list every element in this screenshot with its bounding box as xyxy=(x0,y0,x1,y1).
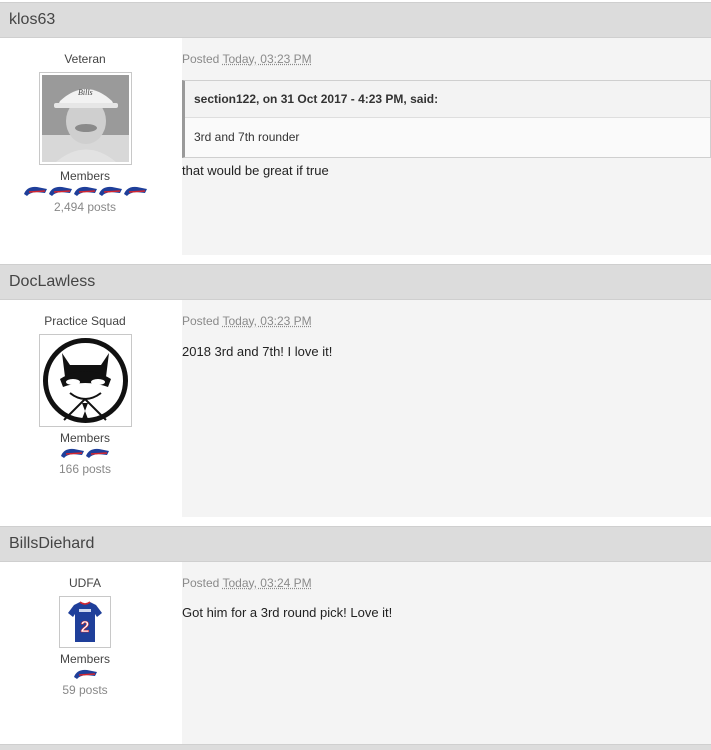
posted-date: Posted Today, 03:23 PM xyxy=(182,52,312,66)
posted-time-link[interactable]: Today, 03:24 PM xyxy=(222,576,311,590)
posted-label: Posted xyxy=(182,52,220,66)
post-body: Posted Today, 03:24 PM Got him for a 3rd… xyxy=(182,562,711,744)
author-info: Veteran Bills Members 2,494 posts xyxy=(0,38,170,255)
posted-date: Posted Today, 03:23 PM xyxy=(182,314,312,328)
avatar[interactable]: Bills xyxy=(38,72,132,165)
posted-label: Posted xyxy=(182,314,220,328)
post-content: that would be great if true xyxy=(182,163,329,178)
quote-citation-text[interactable]: section122, on 31 Oct 2017 - 4:23 PM, sa… xyxy=(194,92,438,106)
post-body: Posted Today, 03:23 PM 2018 3rd and 7th!… xyxy=(182,300,711,517)
post-content: 2018 3rd and 7th! I love it! xyxy=(182,344,333,359)
rank-pips xyxy=(0,446,170,460)
bills-buffalo-icon xyxy=(73,669,97,679)
posted-time-link[interactable]: Today, 03:23 PM xyxy=(222,52,311,66)
bills-buffalo-icon xyxy=(23,186,147,196)
author-info: Practice Squad Members 166 posts xyxy=(0,300,170,517)
member-group: Members xyxy=(59,169,110,183)
author-info: UDFA 2 Members 59 posts xyxy=(0,562,170,744)
posted-date: Posted Today, 03:24 PM xyxy=(182,576,312,590)
post-count: 2,494 posts xyxy=(53,200,117,214)
post-count: 166 posts xyxy=(58,462,112,476)
member-rank: UDFA xyxy=(68,576,101,590)
bills-buffalo-icon xyxy=(61,448,109,458)
avatar[interactable] xyxy=(38,334,132,427)
posted-label: Posted xyxy=(182,576,220,590)
quote-block: section122, on 31 Oct 2017 - 4:23 PM, sa… xyxy=(182,80,711,158)
author-name-link[interactable]: BillsDiehard xyxy=(9,535,94,553)
post-header: klos63 xyxy=(0,2,711,38)
post-header: DocLawless xyxy=(0,264,711,300)
post-count: 59 posts xyxy=(62,683,108,697)
member-rank: Practice Squad xyxy=(44,314,126,328)
posted-time-link[interactable]: Today, 03:23 PM xyxy=(222,314,311,328)
post-doclawless: DocLawless Practice Squad Members 166 po… xyxy=(0,264,711,517)
post-header: BillsDiehard xyxy=(0,526,711,562)
author-name-link[interactable]: klos63 xyxy=(9,11,55,29)
svg-text:Bills: Bills xyxy=(78,88,93,97)
post-body: Posted Today, 03:23 PM section122, on 31… xyxy=(182,38,711,255)
rank-pips xyxy=(0,184,170,198)
author-name-link[interactable]: DocLawless xyxy=(9,273,95,291)
quote-citation: section122, on 31 Oct 2017 - 4:23 PM, sa… xyxy=(185,81,710,118)
member-rank: Veteran xyxy=(64,52,106,66)
avatar-photo-icon: Bills xyxy=(41,75,129,162)
avatar[interactable]: 2 xyxy=(59,596,111,648)
next-post-header-edge xyxy=(0,744,711,750)
rank-pips xyxy=(0,667,170,681)
member-group: Members xyxy=(59,431,110,445)
member-group: Members xyxy=(59,652,110,666)
quote-text: 3rd and 7th rounder xyxy=(194,130,300,144)
jersey-number: 2 xyxy=(81,619,90,636)
jersey-avatar-icon: 2 xyxy=(62,599,108,645)
post-content: Got him for a 3rd round pick! Love it! xyxy=(182,605,393,620)
masked-hero-avatar-icon xyxy=(41,337,129,424)
post-billsdiehard: BillsDiehard UDFA 2 Members 59 posts Pos… xyxy=(0,526,711,744)
post-klos63: klos63 Veteran Bills Members 2,494 posts… xyxy=(0,2,711,255)
